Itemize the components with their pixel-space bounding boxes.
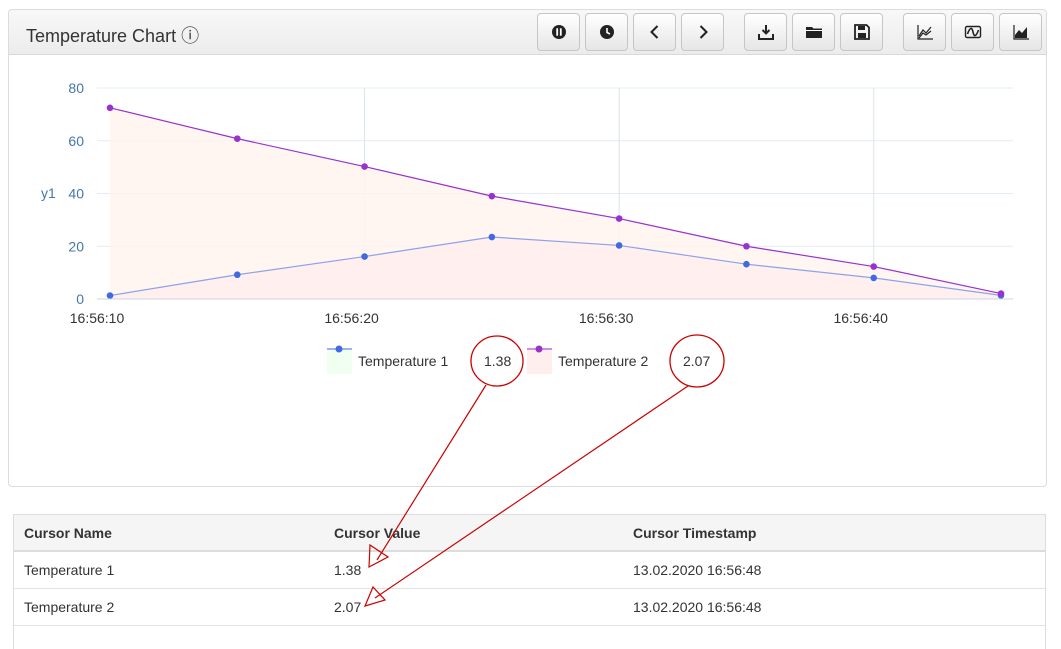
data-point-temperature-2 <box>743 242 750 250</box>
legend-value-temperature-1: 1.38 <box>484 353 511 369</box>
y-tick-label: 80 <box>68 80 84 96</box>
legend-label-temperature-1: Temperature 1 <box>358 353 448 369</box>
cursor-value-cell: 2.07 <box>324 588 623 626</box>
y-tick-label: 0 <box>76 291 84 307</box>
y-tick-label: 40 <box>68 186 84 202</box>
data-point-temperature-2 <box>361 163 368 170</box>
data-point-temperature-1 <box>615 242 623 249</box>
x-tick-label: 16:56:40 <box>833 310 888 326</box>
data-point-temperature-2 <box>997 290 1005 297</box>
data-point-temperature-2 <box>233 135 241 142</box>
cursor-table-container: Cursor Name Cursor Value Cursor Timestam… <box>13 514 1046 649</box>
legend-marker-temperature-2 <box>535 345 543 353</box>
cursor-name-cell: Temperature 2 <box>14 588 324 626</box>
legend-label-temperature-2: Temperature 2 <box>558 353 648 369</box>
chart-area-fill <box>110 107 1001 299</box>
cursor-value-cell: 1.38 <box>324 551 623 589</box>
y-tick-label: 20 <box>68 238 84 254</box>
data-point-temperature-2 <box>106 104 114 112</box>
cursor-table: Cursor Name Cursor Value Cursor Timestam… <box>14 515 1045 626</box>
data-point-temperature-2 <box>615 215 623 222</box>
legend-value-temperature-2: 2.07 <box>683 353 710 369</box>
temperature-chart: 0 20 40 60 80 16:56:10 16:56:20 16:56:30 16:56:4… <box>41 80 1013 375</box>
y-axis-label: y1 <box>41 185 56 201</box>
data-point-temperature-1 <box>743 260 750 268</box>
data-point-temperature-1 <box>233 271 241 279</box>
table-row[interactable]: Temperature 1 1.38 13.02.2020 16:56:48 <box>14 551 1045 589</box>
column-header-cursor-timestamp[interactable]: Cursor Timestamp <box>623 515 1045 552</box>
legend-item-temperature-2[interactable]: Temperature 2 2.07 <box>527 345 710 375</box>
data-point-temperature-1 <box>106 292 114 299</box>
y-tick-label: 60 <box>68 133 84 149</box>
data-point-temperature-1 <box>361 253 368 260</box>
column-header-cursor-name[interactable]: Cursor Name <box>14 515 324 552</box>
legend-marker-temperature-1 <box>335 345 343 353</box>
legend-item-temperature-1[interactable]: Temperature 1 1.38 <box>327 345 511 375</box>
table-row[interactable]: Temperature 2 2.07 13.02.2020 16:56:48 <box>14 588 1045 626</box>
cursor-timestamp-cell: 13.02.2020 16:56:48 <box>623 588 1045 626</box>
cursor-name-cell: Temperature 1 <box>14 551 324 589</box>
data-point-temperature-1 <box>870 274 878 282</box>
data-point-temperature-2 <box>870 263 878 270</box>
table-header-row: Cursor Name Cursor Value Cursor Timestam… <box>14 515 1045 552</box>
x-tick-label: 16:56:10 <box>70 310 125 326</box>
cursor-timestamp-cell: 13.02.2020 16:56:48 <box>623 551 1045 589</box>
column-header-cursor-value[interactable]: Cursor Value <box>324 515 623 552</box>
data-point-temperature-1 <box>488 233 496 241</box>
x-tick-label: 16:56:20 <box>324 310 379 326</box>
data-point-temperature-2 <box>488 192 496 200</box>
x-tick-label: 16:56:30 <box>579 310 634 326</box>
